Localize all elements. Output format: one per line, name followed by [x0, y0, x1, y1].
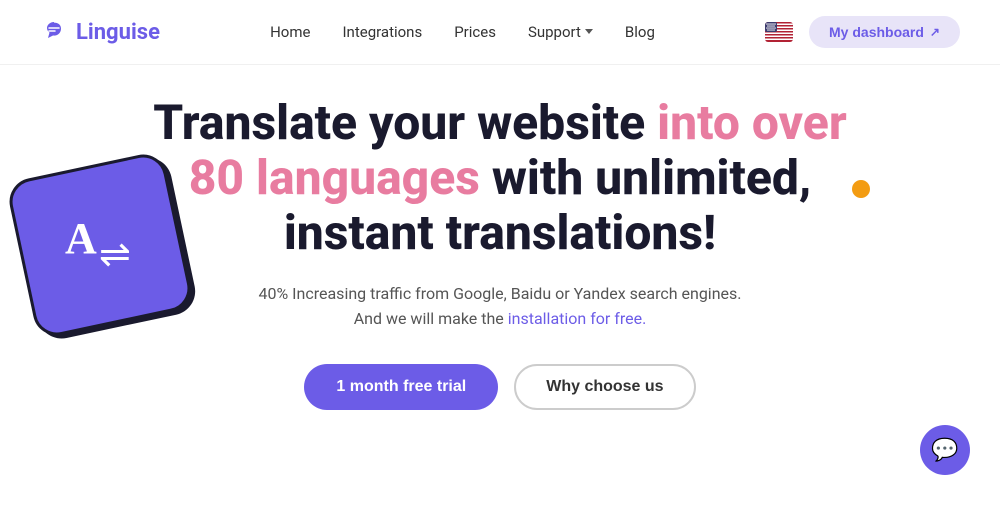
- installation-link[interactable]: installation for free.: [508, 309, 647, 328]
- logo-text: Linguise: [76, 20, 160, 45]
- translate-card: A ⇌: [5, 150, 195, 340]
- why-choose-us-button[interactable]: Why choose us: [514, 364, 695, 410]
- dashboard-button[interactable]: My dashboard ↗: [809, 16, 960, 48]
- chat-fab-button[interactable]: 💬: [920, 425, 970, 475]
- nav-actions: My dashboard ↗: [765, 16, 960, 48]
- hero-subtitle: 40% Increasing traffic from Google, Baid…: [258, 281, 741, 332]
- external-link-icon: ↗: [930, 25, 940, 39]
- linguise-logo-icon: [40, 18, 68, 46]
- nav-prices[interactable]: Prices: [454, 23, 496, 41]
- hero-section: A ⇌ Translate your website into over 80 …: [0, 65, 1000, 410]
- hero-title: Translate your website into over 80 lang…: [120, 95, 880, 261]
- svg-text:⇌: ⇌: [99, 234, 131, 276]
- nav-home[interactable]: Home: [270, 23, 310, 41]
- chevron-down-icon: [585, 29, 593, 34]
- orange-dot-decoration: [852, 180, 870, 198]
- nav-integrations[interactable]: Integrations: [342, 23, 422, 41]
- nav-support[interactable]: Support: [528, 23, 593, 41]
- nav-blog[interactable]: Blog: [625, 23, 655, 41]
- chat-icon: 💬: [931, 438, 958, 463]
- svg-text:A: A: [65, 214, 97, 263]
- hero-buttons: 1 month free trial Why choose us: [304, 364, 695, 410]
- free-trial-button[interactable]: 1 month free trial: [304, 364, 498, 410]
- navbar: Linguise Home Integrations Prices Suppor…: [0, 0, 1000, 65]
- flag-icon[interactable]: [765, 22, 793, 42]
- nav-links: Home Integrations Prices Support Blog: [270, 23, 655, 41]
- translate-icon: A ⇌: [55, 205, 145, 285]
- logo[interactable]: Linguise: [40, 18, 160, 46]
